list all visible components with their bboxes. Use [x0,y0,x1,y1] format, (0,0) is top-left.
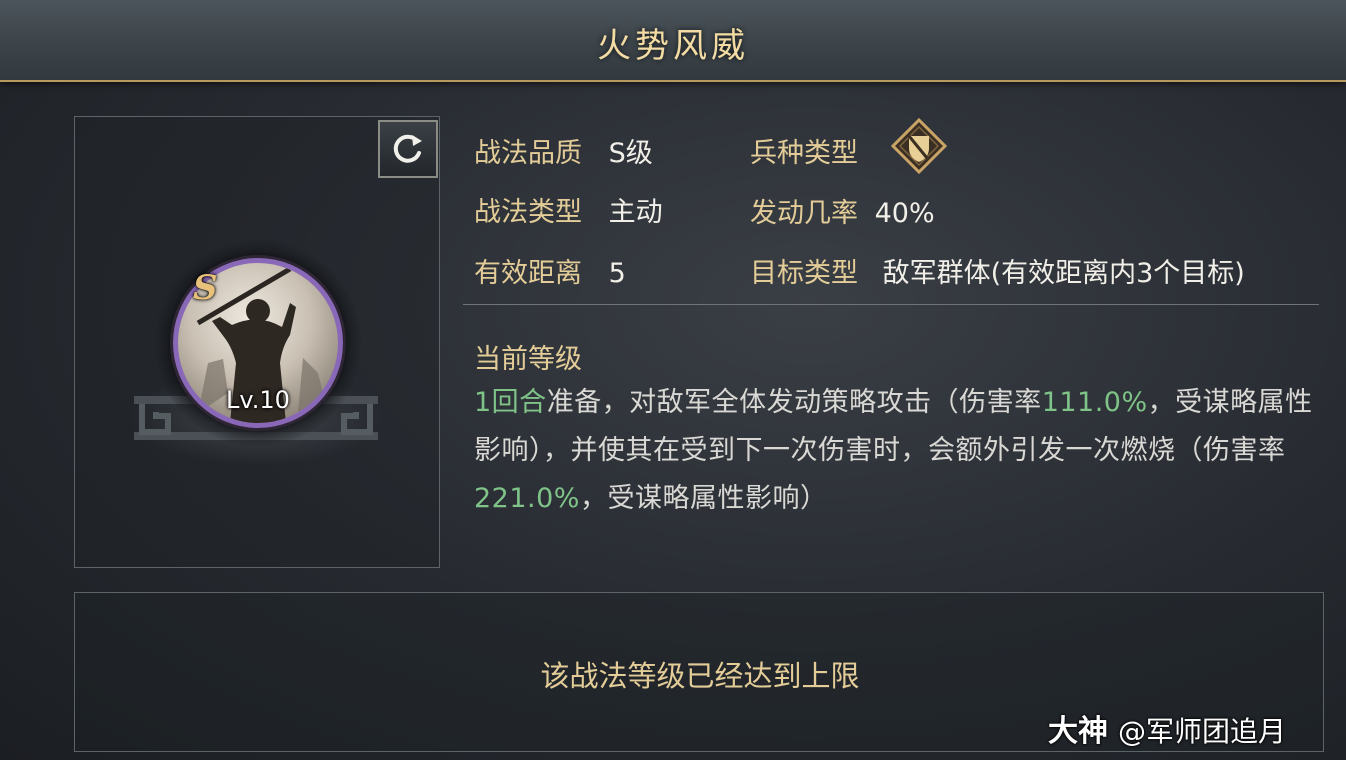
target-value: 敌军群体(有效距离内3个目标) [882,258,1245,289]
desc-part1: 准备，对敌军全体发动策略攻击（伤害率 [546,387,1042,418]
skill-description: 1回合准备，对敌军全体发动策略攻击（伤害率111.0%，受谋略属性影响），并使其… [474,379,1320,523]
grade-badge: S [193,268,218,308]
range-label: 有效距离 [474,258,582,289]
troop-type-row: 兵种类型 [750,131,858,170]
trigger-rate-value: 40% [874,198,935,229]
desc-rate2: 221.0% [474,483,580,514]
page-title: 火势风威 [597,26,749,66]
current-level-heading: 当前等级 [474,344,582,375]
trigger-rate-label: 发动几率 [750,198,858,229]
target-label: 目标类型 [750,258,858,289]
refresh-icon [393,134,422,163]
watermark: 大神 @军师团追月 [1048,706,1286,750]
refresh-button[interactable] [378,120,438,178]
max-level-text: 该战法等级已经达到上限 [540,659,860,693]
skill-type-row: 战法类型 主动 [474,190,663,229]
shield-troop-icon [891,118,947,174]
divider [463,304,1319,305]
skill-type-label: 战法类型 [474,197,582,228]
desc-part3: ，受谋略属性影响） [579,483,828,514]
quality-value: S级 [608,138,653,169]
trigger-rate-row: 发动几率 40% [750,191,935,230]
quality-row: 战法品质 S级 [474,131,653,170]
quality-label: 战法品质 [474,138,582,169]
range-row: 有效距离 5 [474,251,626,290]
desc-turns: 1回合 [474,387,547,418]
watermark-handle: @军师团追月 [1118,715,1287,748]
desc-rate1: 111.0% [1041,387,1148,418]
target-row: 目标类型 敌军群体(有效距离内3个目标) [750,251,1245,290]
range-value: 5 [608,258,626,289]
skill-level: Lv.10 [226,386,290,414]
troop-type-label: 兵种类型 [750,138,858,169]
skill-type-value: 主动 [608,197,663,228]
title-bar: 火势风威 [0,0,1346,82]
watermark-brand: 大神 [1048,714,1108,749]
